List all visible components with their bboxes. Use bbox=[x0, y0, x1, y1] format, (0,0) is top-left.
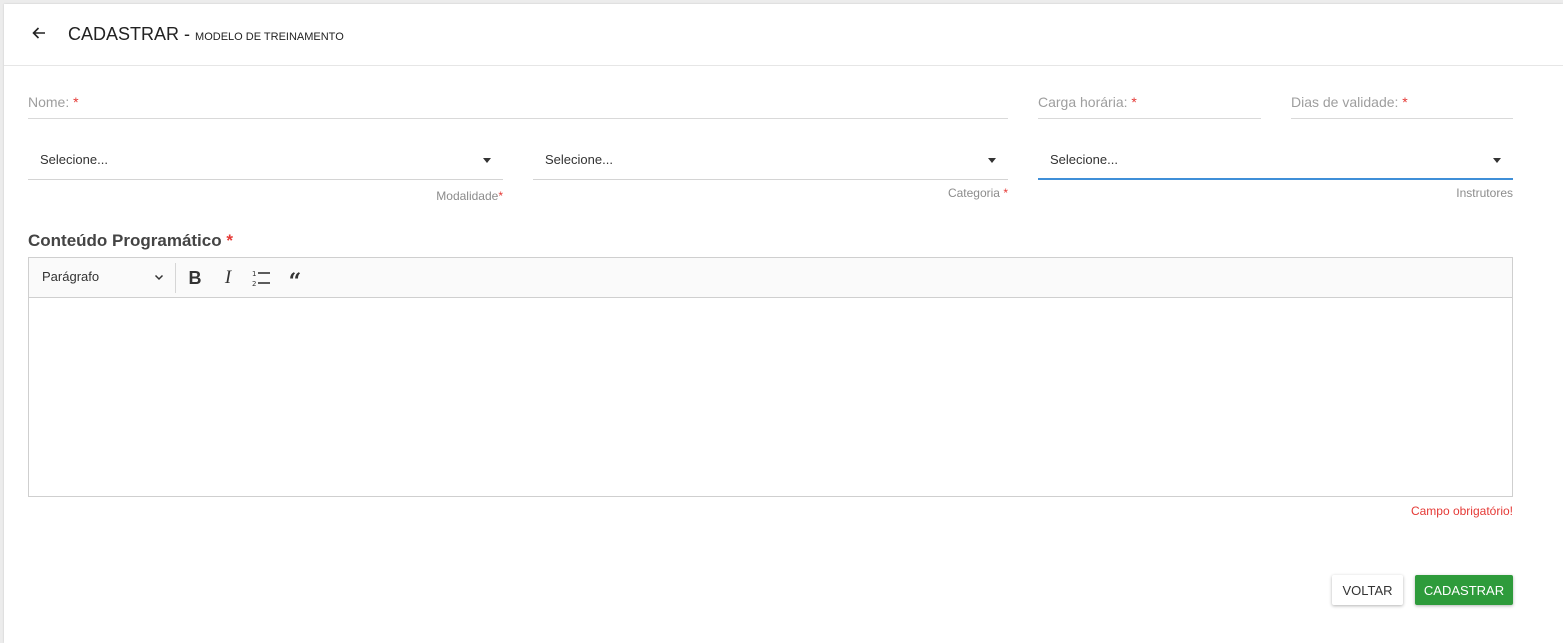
dias-validade-label: Dias de validade: * bbox=[1291, 94, 1408, 110]
form-card: CADASTRAR - MODELO DE TREINAMENTO Nome: … bbox=[4, 4, 1563, 643]
categoria-helper: Categoria * bbox=[947, 186, 1008, 200]
dias-validade-field[interactable]: Dias de validade: * bbox=[1291, 93, 1513, 119]
numbered-list-button[interactable]: 1 2 bbox=[247, 264, 275, 292]
cadastrar-button[interactable]: CADASTRAR bbox=[1415, 575, 1513, 605]
svg-text:2: 2 bbox=[252, 280, 256, 288]
toolbar-divider bbox=[175, 263, 176, 293]
paragraph-label: Parágrafo bbox=[42, 269, 100, 284]
italic-icon: I bbox=[224, 267, 232, 288]
blockquote-button[interactable]: “ bbox=[281, 264, 309, 295]
svg-text:1: 1 bbox=[252, 270, 256, 278]
modalidade-select[interactable]: Selecione... bbox=[28, 144, 503, 180]
page-subtitle: MODELO DE TREINAMENTO bbox=[195, 31, 344, 43]
carga-horaria-label: Carga horária: * bbox=[1038, 94, 1137, 110]
instrutores-select[interactable]: Selecione... bbox=[1038, 144, 1513, 180]
instrutores-value: Selecione... bbox=[1050, 152, 1118, 167]
editor-toolbar: Parágrafo B I 1 2 “ bbox=[29, 258, 1512, 298]
carga-horaria-field[interactable]: Carga horária: * bbox=[1038, 93, 1261, 119]
caret-down-icon bbox=[988, 158, 996, 163]
numbered-list-icon: 1 2 bbox=[252, 270, 270, 288]
paragraph-dropdown[interactable]: Parágrafo bbox=[29, 258, 175, 297]
bold-button[interactable]: B bbox=[181, 264, 209, 292]
modalidade-value: Selecione... bbox=[40, 152, 108, 167]
modalidade-helper: Modalidade* bbox=[436, 189, 503, 203]
nome-label: Nome: * bbox=[28, 94, 79, 110]
editor-content-area[interactable] bbox=[29, 298, 1512, 496]
categoria-select[interactable]: Selecione... bbox=[533, 144, 1008, 180]
blockquote-icon: “ bbox=[288, 269, 302, 295]
italic-button[interactable]: I bbox=[214, 264, 242, 292]
caret-down-icon bbox=[1493, 158, 1501, 163]
page-title-main: CADASTRAR - bbox=[68, 24, 191, 44]
conteudo-programatico-title: Conteúdo Programático * bbox=[28, 231, 233, 250]
caret-down-icon bbox=[483, 158, 491, 163]
page-header: CADASTRAR - MODELO DE TREINAMENTO bbox=[4, 4, 1563, 66]
back-button[interactable] bbox=[28, 22, 50, 44]
chevron-down-icon bbox=[154, 274, 164, 281]
nome-field[interactable]: Nome: * bbox=[28, 93, 1008, 119]
page-title: CADASTRAR - MODELO DE TREINAMENTO bbox=[68, 24, 344, 45]
required-field-error: Campo obrigatório! bbox=[1410, 504, 1513, 518]
arrow-left-icon bbox=[32, 27, 45, 39]
voltar-button[interactable]: VOLTAR bbox=[1332, 575, 1403, 605]
rich-text-editor: Parágrafo B I 1 2 “ bbox=[28, 257, 1513, 497]
instrutores-helper: Instrutores bbox=[1456, 186, 1513, 200]
bold-icon: B bbox=[188, 267, 202, 288]
categoria-value: Selecione... bbox=[545, 152, 613, 167]
